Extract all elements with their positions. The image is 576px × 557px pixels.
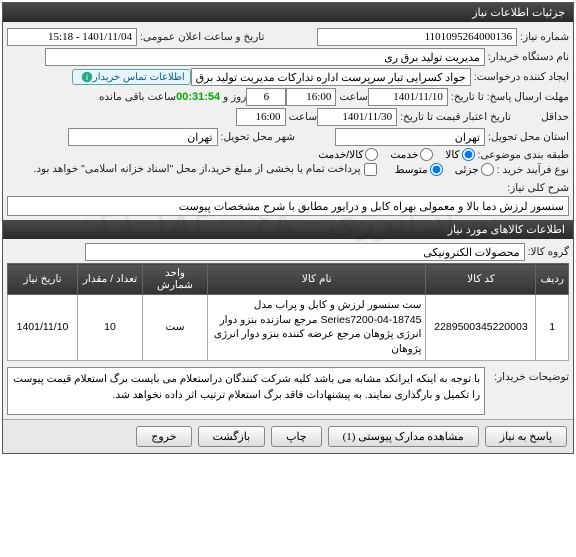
- validity-label: تاریخ اعتبار قیمت تا تاریخ:: [400, 111, 511, 123]
- process-label: نوع فرآیند خرید :: [497, 164, 569, 176]
- cell-unit: ست: [143, 295, 208, 361]
- panel-title: جزئیات اطلاعات نیاز: [3, 3, 573, 22]
- class-service-option[interactable]: خدمت: [390, 148, 433, 161]
- creator-label: ایجاد کننده درخواست:: [474, 71, 569, 83]
- class-both-radio[interactable]: [365, 148, 378, 161]
- days-field[interactable]: [246, 88, 286, 106]
- validity-date[interactable]: [317, 108, 397, 126]
- class-goods-radio[interactable]: [462, 148, 475, 161]
- buyer-desc-box: با توجه به اینکه ایرانکد مشابه می باشد ک…: [7, 367, 485, 415]
- th-date: تاریخ نیاز: [8, 264, 78, 295]
- process-small-option[interactable]: جزئی: [455, 163, 494, 176]
- group-field[interactable]: [85, 243, 525, 261]
- process-med-radio[interactable]: [430, 163, 443, 176]
- svg-text:i: i: [86, 73, 88, 82]
- deadline-label: مهلت ارسال پاسخ: تا تاریخ:: [451, 91, 569, 103]
- class-both-option[interactable]: کالا/خدمت: [318, 148, 378, 161]
- pay-note: پرداخت تمام یا بخشی از مبلغ خرید،از محل …: [33, 163, 360, 175]
- panel-body: ستاد انرژی - ۱۸۴۰۰۶۸-۰۲۱ شماره نیاز: تار…: [3, 22, 573, 419]
- cell-code: 2289500345220003: [426, 295, 536, 361]
- contact-badge-label: اطلاعات تماس خریدار: [93, 72, 185, 83]
- th-qty: تعداد / مقدار: [78, 264, 143, 295]
- buyer-label: نام دستگاه خریدار:: [488, 51, 569, 63]
- remain-label: ساعت باقی مانده: [99, 91, 176, 103]
- class-service-radio[interactable]: [420, 148, 433, 161]
- cell-idx: 1: [536, 295, 569, 361]
- loc-field[interactable]: [335, 128, 485, 146]
- deadline-time[interactable]: [286, 88, 336, 106]
- loc-label: استان محل تحویل:: [488, 131, 569, 143]
- items-table: ردیف کد کالا نام کالا واحد شمارش تعداد /…: [7, 263, 569, 361]
- th-unit: واحد شمارش: [143, 264, 208, 295]
- back-button[interactable]: بازگشت: [198, 426, 266, 447]
- th-idx: ردیف: [536, 264, 569, 295]
- class-label: طبقه بندی موضوعی:: [478, 149, 569, 161]
- city-label: شهر محل تحویل:: [221, 131, 296, 143]
- class-goods-option[interactable]: کالا: [445, 148, 474, 161]
- announce-field[interactable]: [7, 28, 137, 46]
- time-label-2: ساعت: [289, 111, 318, 123]
- city-field[interactable]: [68, 128, 218, 146]
- class-radio-group: کالا خدمت کالا/خدمت: [310, 148, 474, 161]
- desc-field[interactable]: [7, 196, 569, 216]
- respond-button[interactable]: پاسخ به نیاز: [485, 426, 567, 447]
- pay-note-checkbox[interactable]: [364, 163, 377, 176]
- need-no-field[interactable]: [317, 28, 517, 46]
- creator-field[interactable]: [191, 68, 471, 86]
- need-details-panel: جزئیات اطلاعات نیاز ستاد انرژی - ۱۸۴۰۰۶۸…: [2, 2, 574, 454]
- contact-badge[interactable]: اطلاعات تماس خریدار i: [72, 69, 191, 85]
- desc-label: شرح کلی نیاز:: [10, 182, 569, 194]
- view-attach-button[interactable]: مشاهده مدارک پیوستی (1): [328, 426, 479, 447]
- announce-label: تاریخ و ساعت اعلان عمومی:: [140, 31, 264, 43]
- items-section-title: اطلاعات کالاهای مورد نیاز: [3, 220, 573, 239]
- remain-time: 00:31:54: [176, 91, 220, 103]
- cell-name: ست سنسور لرزش و کابل و پراب مدل Series72…: [208, 295, 426, 361]
- process-med-option[interactable]: متوسط: [395, 163, 443, 176]
- exit-button[interactable]: خروج: [136, 426, 191, 447]
- process-small-radio[interactable]: [481, 163, 494, 176]
- deadline-date[interactable]: [368, 88, 448, 106]
- button-bar: پاسخ به نیاز مشاهده مدارک پیوستی (1) چاپ…: [3, 419, 573, 453]
- days-label: روز و: [223, 91, 246, 103]
- buyer-desc-label: توضیحات خریدار:: [494, 367, 569, 383]
- pay-note-option[interactable]: پرداخت تمام یا بخشی از مبلغ خرید،از محل …: [30, 163, 376, 176]
- group-label: گروه کالا:: [528, 246, 569, 258]
- validity-time[interactable]: [236, 108, 286, 126]
- table-row[interactable]: 1 2289500345220003 ست سنسور لرزش و کابل …: [8, 295, 569, 361]
- print-button[interactable]: چاپ: [271, 426, 322, 447]
- cell-date: 1401/11/10: [8, 295, 78, 361]
- need-no-label: شماره نیاز:: [520, 31, 569, 43]
- buyer-field[interactable]: [45, 48, 485, 66]
- th-name: نام کالا: [208, 264, 426, 295]
- process-radio-group: جزئی متوسط: [387, 163, 494, 176]
- time-label-1: ساعت: [339, 91, 368, 103]
- th-code: کد کالا: [426, 264, 536, 295]
- table-header-row: ردیف کد کالا نام کالا واحد شمارش تعداد /…: [8, 264, 569, 295]
- cell-qty: 10: [78, 295, 143, 361]
- info-icon: i: [81, 71, 93, 83]
- min-label: حداقل: [514, 111, 569, 123]
